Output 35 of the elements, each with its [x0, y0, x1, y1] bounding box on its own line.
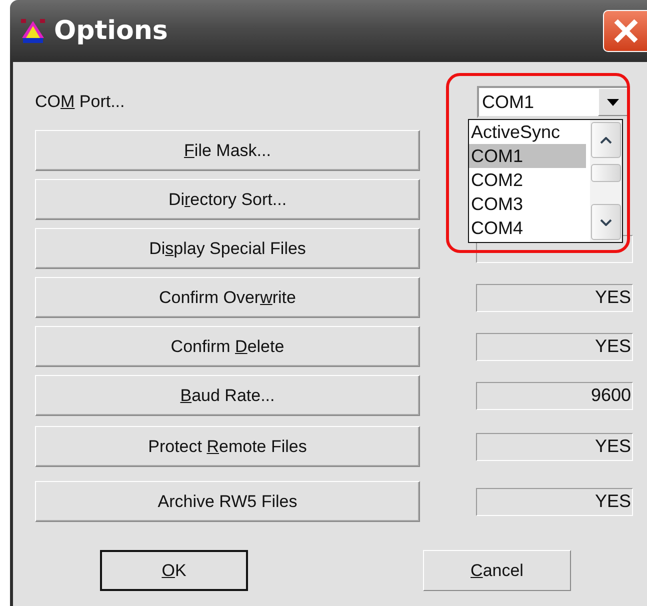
close-button[interactable]: [603, 10, 647, 52]
dropdown-option[interactable]: COM4: [469, 216, 586, 240]
setting-value: 9600: [476, 382, 633, 410]
setting-button[interactable]: Directory Sort...: [35, 179, 420, 220]
dialog-button[interactable]: OK: [100, 550, 248, 591]
setting-button[interactable]: Protect Remote Files: [35, 426, 420, 467]
setting-value: YES: [476, 488, 633, 516]
com-port-dropdown[interactable]: COM1: [477, 86, 630, 118]
setting-value: YES: [476, 284, 633, 312]
setting-button[interactable]: Confirm Delete: [35, 326, 420, 367]
dialog-button[interactable]: Cancel: [423, 550, 571, 591]
app-logo-icon: [20, 18, 46, 44]
setting-button[interactable]: File Mask...: [35, 130, 420, 171]
setting-button[interactable]: Baud Rate...: [35, 375, 420, 416]
com-port-label: COM Port...: [35, 92, 126, 112]
setting-button[interactable]: Display Special Files: [35, 228, 420, 269]
dropdown-value: COM1: [481, 92, 536, 112]
dropdown-option[interactable]: COM2: [469, 168, 586, 192]
dropdown-option[interactable]: COM3: [469, 192, 586, 216]
scroll-up-button[interactable]: [591, 122, 621, 158]
dropdown-option[interactable]: COM1: [469, 144, 586, 168]
chevron-down-icon: [600, 218, 612, 226]
setting-value: YES: [476, 432, 633, 460]
close-icon: [612, 18, 638, 44]
scrollbar[interactable]: [590, 120, 622, 242]
setting-button[interactable]: Confirm Overwrite: [35, 277, 420, 318]
caret-icon: [607, 98, 619, 106]
chevron-up-icon: [600, 136, 612, 144]
setting-value: YES: [476, 332, 633, 360]
window-title: Options: [54, 16, 169, 46]
scroll-thumb[interactable]: [591, 164, 621, 182]
dropdown-button[interactable]: [598, 88, 628, 116]
scroll-down-button[interactable]: [591, 204, 621, 240]
dropdown-option[interactable]: ActiveSync: [469, 120, 586, 144]
setting-button[interactable]: Archive RW5 Files: [35, 481, 420, 522]
